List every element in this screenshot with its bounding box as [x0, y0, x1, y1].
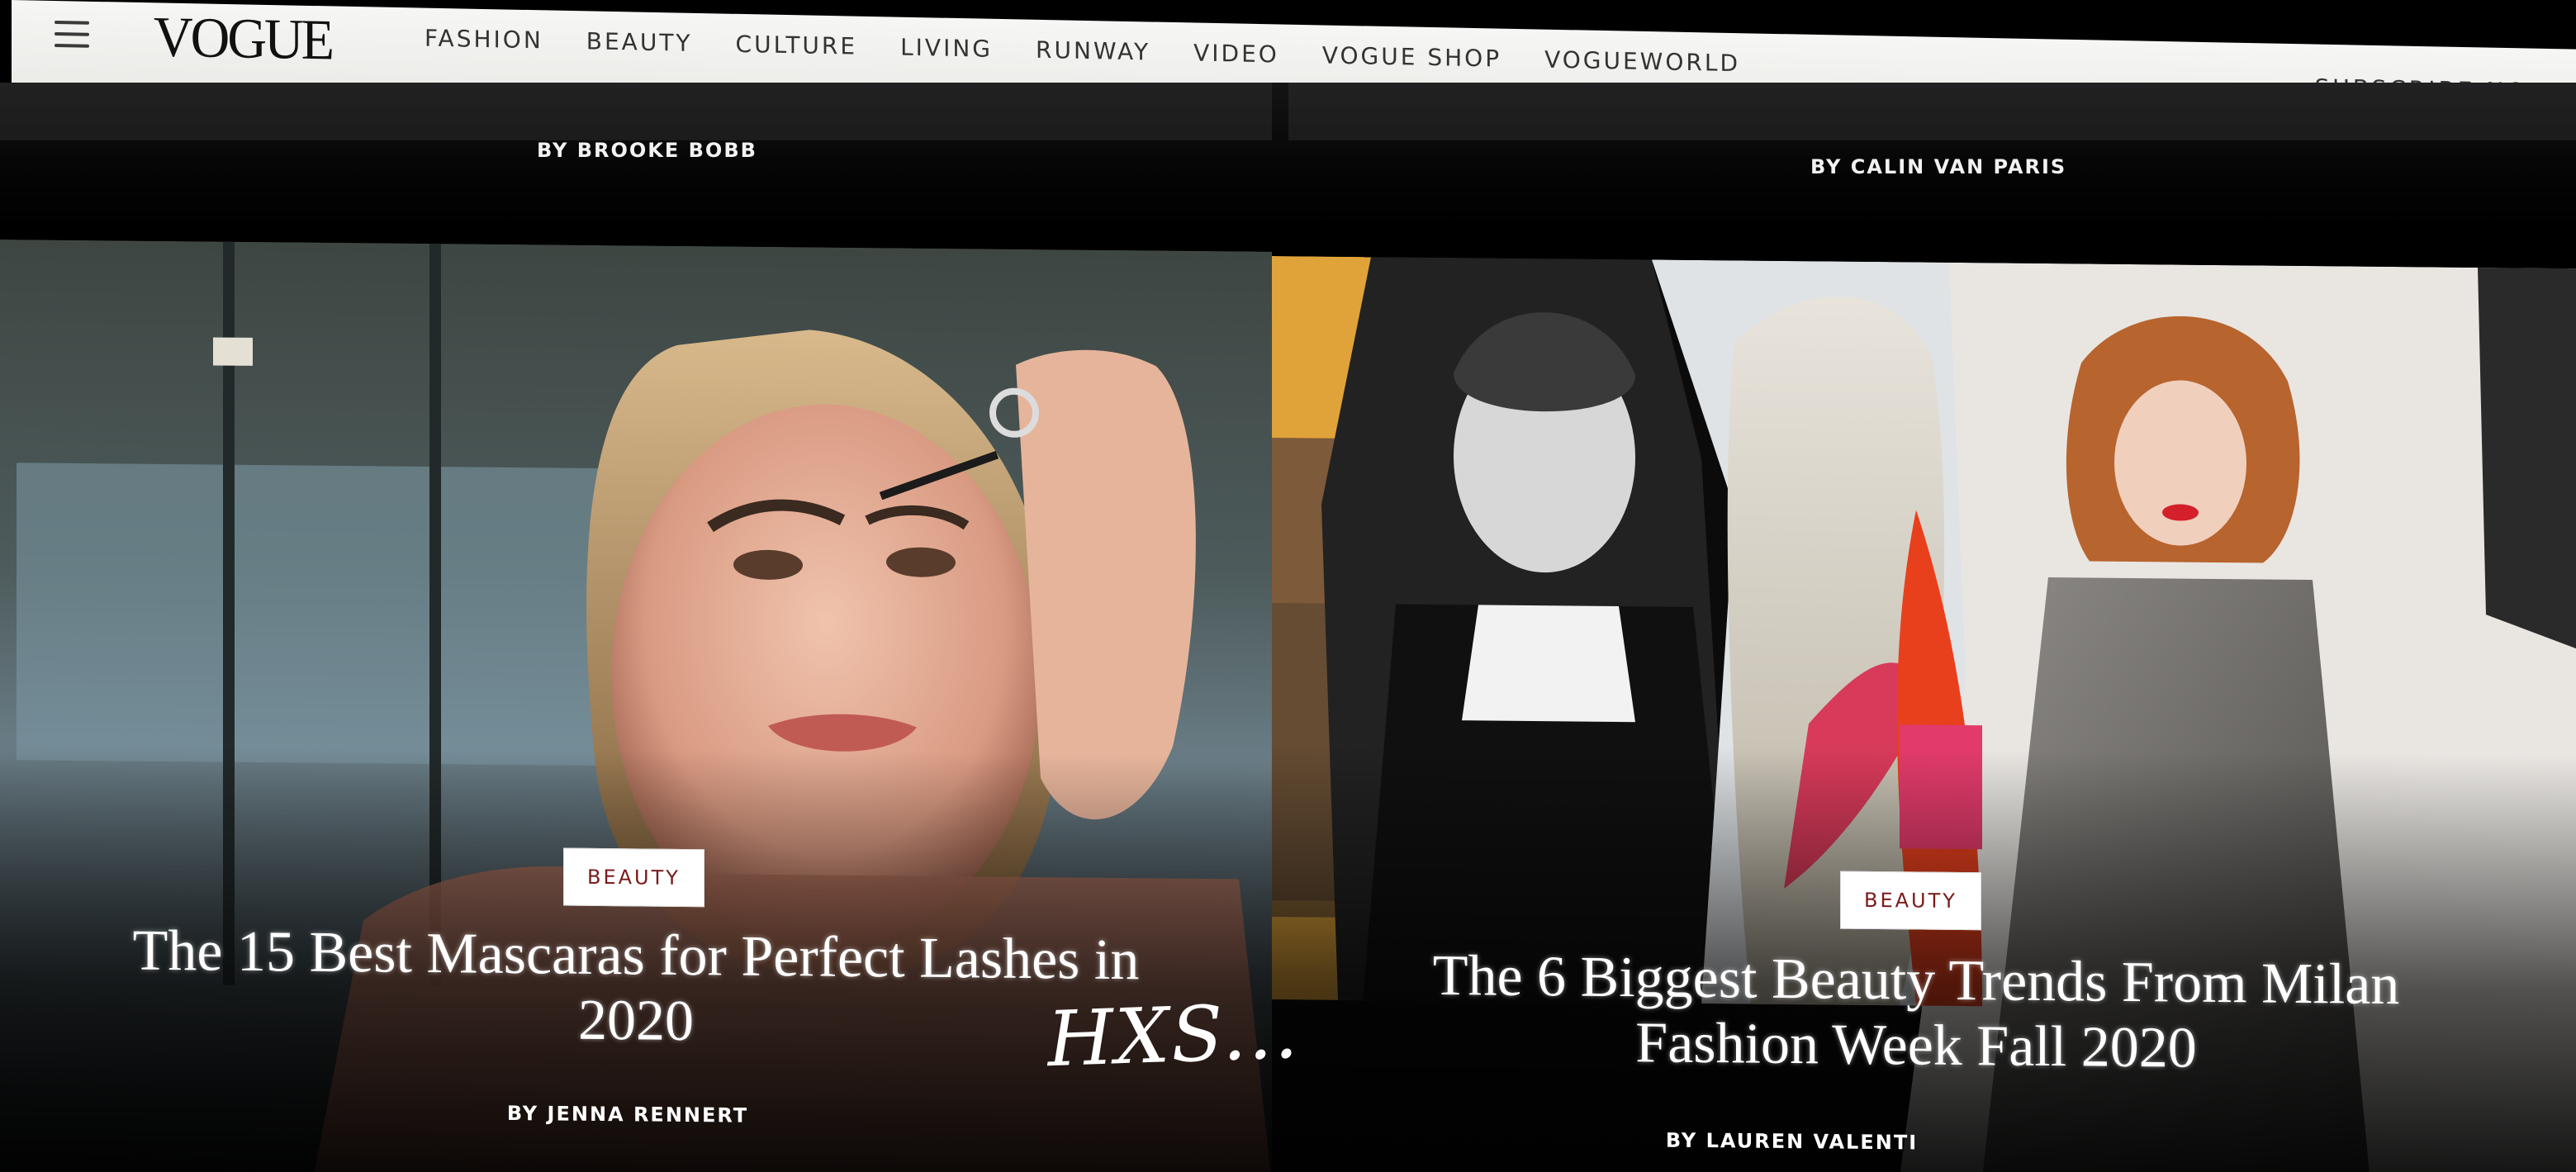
nav-beauty[interactable]: BEAUTY — [586, 27, 693, 56]
article-title[interactable]: The 15 Best Mascaras for Perfect Lashes … — [50, 918, 1222, 1060]
previous-left-image[interactable] — [0, 83, 1272, 140]
handwritten-watermark: HXS... — [1046, 986, 1301, 1084]
article-title-line: The 6 Biggest Beauty Trends From Milan — [1432, 943, 2400, 1018]
previous-left-byline[interactable]: BY BROOKE BOBB — [537, 139, 757, 162]
previous-articles-row — [0, 83, 2576, 227]
nav-vogueworld[interactable]: VOGUEWORLD — [1544, 46, 1740, 78]
previous-right-image[interactable] — [1288, 83, 2576, 140]
category-badge[interactable]: BEAUTY — [563, 847, 704, 908]
menu-icon[interactable] — [55, 20, 89, 48]
article-title-line: The 15 Best Mascaras for Perfect Lashes … — [132, 918, 1140, 993]
vogue-logo[interactable]: VOGUE — [154, 4, 332, 74]
nav-vogue-shop[interactable]: VOGUE SHOP — [1322, 41, 1501, 72]
nav-culture[interactable]: CULTURE — [736, 31, 858, 60]
article-card-milan-trends[interactable]: BEAUTY The 6 Biggest Beauty Trends From … — [1272, 256, 2576, 1172]
category-badge[interactable]: BEAUTY — [1840, 871, 1981, 931]
nav-living[interactable]: LIVING — [900, 34, 993, 63]
nav-fashion[interactable]: FASHION — [425, 25, 543, 55]
nav-runway[interactable]: RUNWAY — [1036, 36, 1150, 66]
article-title[interactable]: The 6 Biggest Beauty Trends From Milan F… — [1330, 942, 2502, 1084]
previous-right-byline[interactable]: BY CALIN VAN PARIS — [1810, 155, 2066, 178]
nav-video[interactable]: VIDEO — [1193, 39, 1279, 68]
main-nav: FASHION BEAUTY CULTURE LIVING RUNWAY VID… — [425, 25, 1783, 78]
article-title-line: Fashion Week Fall 2020 — [1635, 1011, 2197, 1080]
